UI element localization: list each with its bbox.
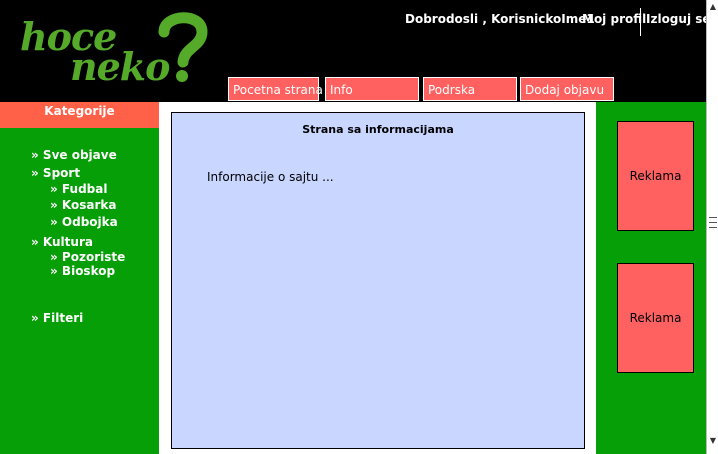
content-panel: Strana sa informacijama Informacije o sa… — [171, 112, 585, 449]
logo-line2: neko — [70, 44, 170, 89]
ad-banner[interactable]: Reklama — [617, 121, 694, 231]
my-profile-link[interactable]: Moj profil — [582, 12, 646, 26]
sidebar-item-kultura[interactable]: » Kultura — [31, 235, 93, 249]
welcome-text: Dobrodosli , KorisnickoIme1 — [405, 12, 595, 26]
chevron-up-icon[interactable]: ▲ — [708, 2, 718, 12]
sidebar-item-kosarka[interactable]: » Kosarka — [50, 198, 117, 212]
page-text: Informacije o sajtu ... — [207, 170, 334, 184]
tab-podrska[interactable]: Podrska — [423, 77, 517, 101]
ad-banner[interactable]: Reklama — [617, 263, 694, 373]
sidebar-item-fudbal[interactable]: » Fudbal — [50, 182, 107, 196]
logo[interactable]: hoce neko — [16, 8, 216, 88]
header-divider — [640, 8, 641, 36]
question-mark-icon — [158, 12, 208, 82]
scrollbar[interactable]: ▲ ▼ — [706, 0, 718, 454]
sidebar-item-pozoriste[interactable]: » Pozoriste — [50, 250, 125, 264]
tab-dodaj-objavu[interactable]: Dodaj objavu — [520, 77, 614, 101]
sidebar-item-sport[interactable]: » Sport — [31, 166, 80, 180]
sidebar-item-bioskop[interactable]: » Bioskop — [50, 264, 115, 278]
sidebar-item-filteri[interactable]: » Filteri — [31, 311, 83, 325]
logout-link[interactable]: Izloguj se — [646, 12, 711, 26]
sidebar-item-odbojka[interactable]: » Odbojka — [50, 215, 118, 229]
page-title: Strana sa informacijama — [302, 123, 454, 136]
sidebar-item-all-posts[interactable]: » Sve objave — [31, 148, 117, 162]
sidebar-title: Kategorije — [0, 102, 159, 128]
tab-info[interactable]: Info — [325, 77, 419, 101]
tab-pocetna-strana[interactable]: Pocetna strana — [228, 77, 323, 101]
chevron-down-icon[interactable]: ▼ — [708, 436, 718, 446]
scrollbar-thumb[interactable] — [709, 213, 717, 229]
